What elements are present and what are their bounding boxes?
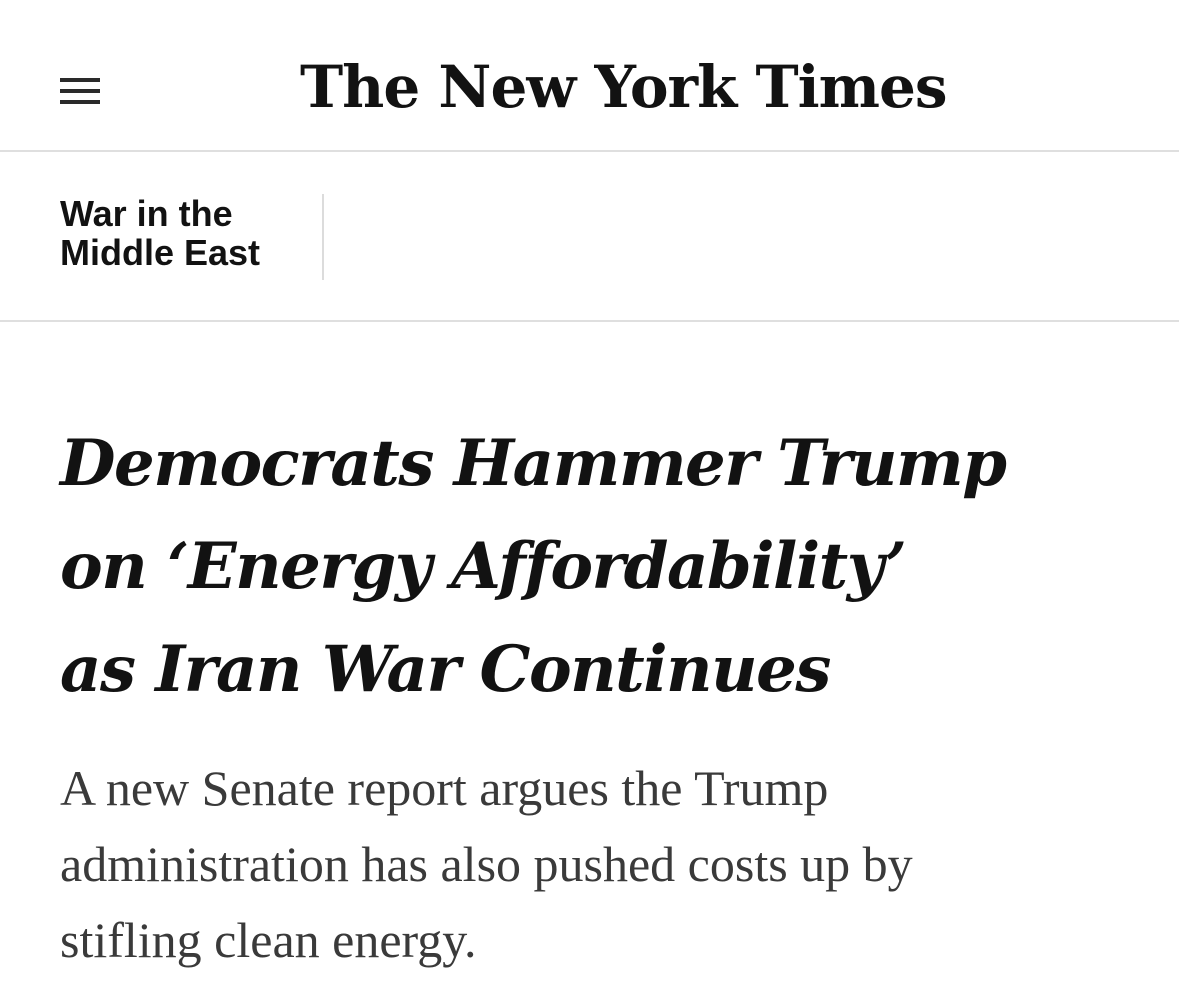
hamburger-menu-icon[interactable] bbox=[60, 78, 100, 104]
section-label-line: War in the bbox=[60, 193, 233, 234]
headline-line: as Iran War Continues bbox=[60, 632, 831, 707]
section-divider bbox=[322, 194, 324, 280]
article-headline: Democrats Hammer Trump on ‘Energy Afford… bbox=[60, 412, 1140, 721]
headline-line: on ‘Energy Affordability’ bbox=[60, 529, 907, 604]
section-label-line: Middle East bbox=[60, 232, 261, 273]
headline-line: Democrats Hammer Trump bbox=[60, 426, 1007, 501]
summary-line: stifling clean energy. bbox=[60, 912, 477, 968]
site-header: The New York Times bbox=[0, 0, 1179, 152]
menu-button[interactable] bbox=[52, 66, 104, 104]
nyt-logo[interactable]: The New York Times bbox=[300, 42, 948, 132]
section-link-war-in-the-middle-east[interactable]: War in the Middle East bbox=[60, 194, 310, 272]
summary-line: A new Senate report argues the Trump bbox=[60, 760, 829, 816]
section-bar: War in the Middle East bbox=[0, 152, 1179, 322]
article-summary: A new Senate report argues the Trump adm… bbox=[60, 750, 1140, 978]
summary-line: administration has also pushed costs up … bbox=[60, 836, 913, 892]
